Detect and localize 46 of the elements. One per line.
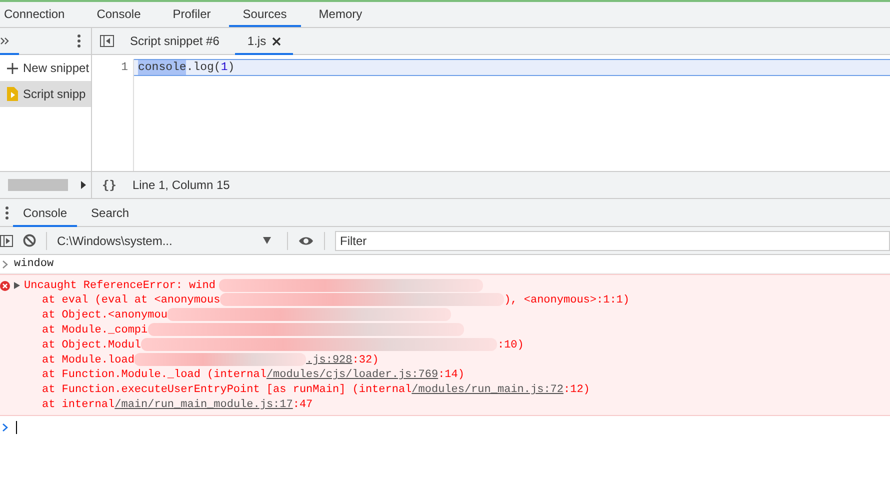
panel-tab[interactable]: Memory: [304, 2, 376, 27]
snippet-item[interactable]: Script snipp: [0, 81, 91, 107]
expand-triangle-icon: [14, 282, 20, 289]
dropdown-caret-icon: [263, 237, 271, 244]
panel-tab[interactable]: Console: [82, 2, 155, 27]
sidebar-toggle-icon: [0, 234, 13, 246]
stack-frame: at Function.Module._load (internal/modules/cjs/loader.js:769:14): [0, 368, 890, 383]
clear-console-icon: [23, 234, 36, 247]
plus-icon: [7, 62, 18, 74]
pretty-print-button[interactable]: {}: [102, 178, 116, 192]
input-chevron-icon: [2, 260, 8, 268]
source-link[interactable]: /modules/cjs/loader.js:769: [266, 369, 438, 381]
new-snippet-button[interactable]: New snippet: [0, 55, 91, 81]
more-tabs-icon: [0, 36, 9, 46]
stack-frame: at Function.executeUserEntryPoint [as runMain] (internal/modules/run_main.js:72:12): [0, 383, 890, 398]
line-number: 1: [120, 60, 128, 76]
source-link[interactable]: /modules/run_main.js:72: [412, 384, 564, 396]
stack-frame: at internal/main/run_main_module.js:17:47: [0, 398, 890, 413]
stack-frame: at eval (eval at <anonymous ), <anonymous>:1:1): [0, 293, 890, 308]
drawer-tab[interactable]: Search: [81, 200, 140, 227]
panel-tab[interactable]: Connection: [0, 2, 79, 27]
more-menu-icon: [5, 206, 9, 220]
console-input-echo: window: [14, 258, 54, 270]
panel-tab[interactable]: Profiler: [158, 2, 225, 27]
file-tab[interactable]: Script snippet #6: [118, 29, 232, 55]
error-icon: [0, 280, 10, 290]
file-icon: [7, 87, 18, 101]
source-link[interactable]: /main/run_main_module.js:17: [114, 399, 293, 411]
scroll-right-icon: [80, 180, 87, 190]
stack-frame: at Object.<anonymou: [0, 308, 890, 323]
stack-frame: at Object.Modul :10): [0, 338, 890, 353]
prompt-chevron-icon: [2, 422, 8, 432]
close-icon[interactable]: [272, 36, 282, 46]
source-link[interactable]: .js:928: [306, 354, 352, 366]
context-select[interactable]: C:\Windows\system...: [57, 234, 277, 248]
stack-frame: at Module.load .js:928:32): [0, 353, 890, 368]
filter-field[interactable]: Filter: [335, 230, 890, 250]
cursor-position: Line 1, Column 15: [132, 178, 230, 192]
error-message: Uncaught ReferenceError: wind: [24, 280, 216, 292]
text-cursor: [16, 420, 17, 434]
eye-icon: [298, 234, 314, 246]
file-tab[interactable]: 1.js: [235, 29, 294, 55]
scrollbar-thumb[interactable]: [8, 179, 68, 191]
stack-frame: at Module._compi: [0, 323, 890, 338]
more-menu-icon: [77, 34, 81, 48]
sidebar-toggle-icon: [100, 35, 114, 47]
